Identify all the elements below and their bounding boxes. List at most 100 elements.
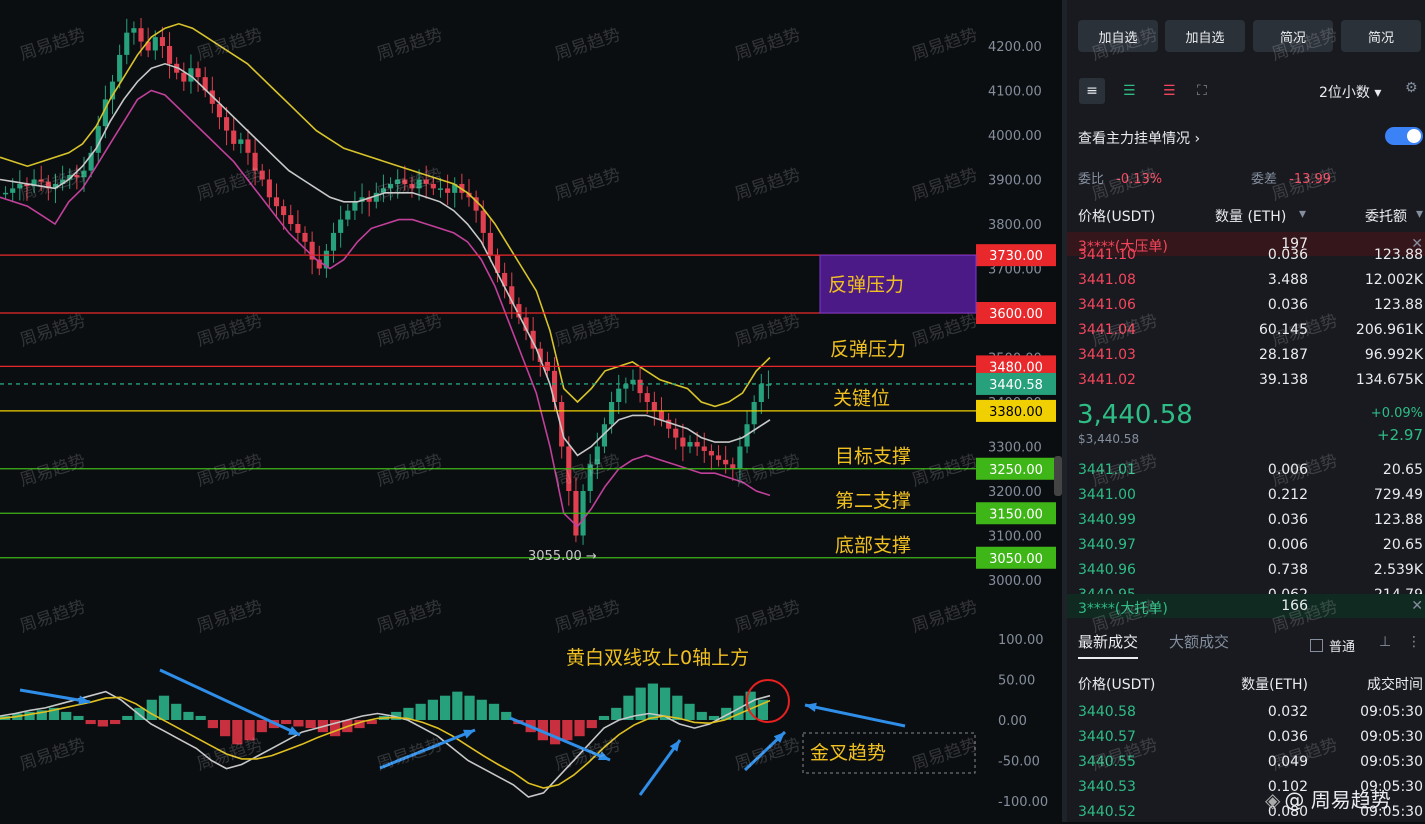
big-bid-row[interactable]: 3****(大托单) 166 ✕ [1067, 594, 1425, 618]
tab-large-trades[interactable]: 大额成交 [1169, 631, 1229, 652]
top-button-3[interactable]: 简况 [1253, 20, 1333, 52]
top-button-2[interactable]: 加自选 [1165, 20, 1245, 52]
commission-ratio: 委比 -0.13% [1078, 172, 1163, 187]
tab-latest-trades[interactable]: 最新成交 [1078, 631, 1139, 659]
row-amount: 96.992K [1364, 347, 1423, 363]
row-qty: 0.036 [1267, 729, 1308, 745]
candle-body [637, 379, 643, 394]
candle-body [117, 54, 123, 82]
macd-histogram-bar [684, 703, 695, 720]
candle-body [266, 179, 272, 198]
orderbook-row[interactable]: 3440.57 0.036 09:05:30 [1067, 725, 1425, 749]
top-button-1[interactable]: 加自选 [1078, 20, 1158, 52]
macd-histogram-bar [611, 707, 622, 720]
bottom-support-label: 底部支撑 [835, 534, 911, 556]
row-amount: 206.961K [1355, 322, 1423, 338]
y-tick-label: 3100.00 [988, 530, 1042, 545]
candle-body [730, 464, 736, 469]
row-amount: 729.49 [1374, 487, 1423, 503]
row-price: 3441.04 [1078, 322, 1136, 338]
settings-icon[interactable]: ⚙ [1405, 80, 1418, 96]
row-amount: 20.65 [1382, 462, 1423, 478]
scrollbar-handle[interactable] [1054, 456, 1062, 496]
candle-body [138, 28, 144, 42]
view-bids-icon[interactable]: ☰ [1123, 78, 1136, 104]
orderbook-row[interactable]: 3441.10 0.036 123.88 [1067, 243, 1425, 267]
orderbook-row[interactable]: 3440.99 0.036 123.88 [1067, 508, 1425, 532]
candle-body [245, 139, 251, 153]
macd-y-tick-label: 100.00 [998, 633, 1044, 648]
candle-body [3, 192, 9, 195]
candle-body [480, 210, 486, 233]
orderbook-row[interactable]: 3441.04 60.145 206.961K [1067, 318, 1425, 342]
row-qty: 0.006 [1267, 537, 1308, 553]
row-amount: 09:05:30 [1360, 704, 1423, 720]
candle-body [594, 446, 600, 465]
level-tag-label: 3600.00 [989, 307, 1043, 322]
candle-body [166, 46, 173, 64]
candle-body [701, 446, 707, 451]
macd-histogram-bar [97, 720, 108, 727]
macd-histogram-bar [476, 699, 487, 720]
candle-body [437, 188, 444, 190]
macd-histogram-bar [550, 720, 561, 745]
macd-histogram-bar [586, 720, 597, 729]
main-order-toggle[interactable] [1385, 127, 1423, 145]
orderbook-row[interactable]: 3441.02 39.138 134.675K [1067, 368, 1425, 392]
candle-body [373, 192, 379, 202]
expand-icon[interactable]: ⛶ [1197, 78, 1207, 104]
candle-body [666, 419, 672, 429]
close-icon[interactable]: ✕ [1411, 598, 1423, 614]
macd-histogram-bar [574, 720, 585, 737]
decimals-select[interactable]: 2位小数 ▾ [1319, 82, 1381, 102]
candle-body [195, 68, 201, 78]
candle-body [423, 179, 429, 184]
candle-body [758, 384, 764, 402]
macd-y-tick-label: 50.00 [998, 674, 1035, 689]
macd-y-tick-label: -100.00 [998, 795, 1048, 810]
macd-histogram-bar [464, 695, 475, 720]
view-asks-icon[interactable]: ☰ [1163, 78, 1176, 104]
y-tick-label: 4200.00 [988, 40, 1042, 55]
orderbook-row[interactable]: 3440.55 0.049 09:05:30 [1067, 750, 1425, 774]
candle-body [644, 393, 650, 402]
orderbook-row[interactable]: 3441.08 3.488 12.002K [1067, 268, 1425, 292]
row-price: 3440.55 [1078, 754, 1136, 770]
main-order-label[interactable]: 查看主力挂单情况 › [1078, 128, 1200, 148]
y-tick-label: 3900.00 [988, 174, 1042, 189]
candle-body [74, 175, 80, 178]
candle-body [231, 130, 237, 144]
candle-body [487, 232, 493, 256]
macd-histogram-bar [244, 720, 255, 741]
macd-histogram-bar [488, 703, 500, 720]
view-both-icon[interactable]: ≡ [1079, 78, 1105, 104]
normal-checkbox[interactable]: 普通 [1310, 636, 1355, 655]
orderbook-row[interactable]: 3440.96 0.738 2.539K [1067, 558, 1425, 582]
row-qty: 0.032 [1267, 704, 1308, 720]
candle-body [38, 179, 44, 182]
macd-histogram-bar [73, 715, 84, 720]
row-amount: 123.88 [1374, 247, 1423, 263]
orderbook-row[interactable]: 3440.97 0.006 20.65 [1067, 533, 1425, 557]
macd-histogram-bar [415, 703, 426, 720]
filter-icon[interactable]: ⊥ [1379, 634, 1391, 650]
row-price: 3441.02 [1078, 372, 1136, 388]
price-chart[interactable]: 4200.00 4100.00 4000.00 3900.00 3800.00 3700.… [0, 0, 1062, 822]
orderbook-row[interactable]: 3441.03 28.187 96.992K [1067, 343, 1425, 367]
macd-histogram-bar [61, 711, 72, 720]
orderbook-row[interactable]: 3440.58 0.032 09:05:30 [1067, 700, 1425, 724]
key-level-label: 关键位 [833, 388, 890, 410]
top-button-4[interactable]: 简况 [1341, 20, 1421, 52]
orderbook-row[interactable]: 3441.01 0.006 20.65 [1067, 458, 1425, 482]
orderbook-row[interactable]: 3441.00 0.212 729.49 [1067, 483, 1425, 507]
macd-histogram-bar [195, 715, 206, 720]
level-tag-label: 3050.00 [989, 552, 1043, 567]
y-tick-label: 4000.00 [988, 129, 1042, 144]
macd-histogram-bar [220, 720, 231, 737]
last-price: 3,440.58 [1077, 400, 1193, 430]
candle-body [416, 179, 422, 189]
orderbook-row[interactable]: 3441.06 0.036 123.88 [1067, 293, 1425, 317]
row-amount: 123.88 [1374, 297, 1423, 313]
more-icon[interactable]: ⋮ [1407, 634, 1421, 650]
candle-body [409, 183, 415, 189]
